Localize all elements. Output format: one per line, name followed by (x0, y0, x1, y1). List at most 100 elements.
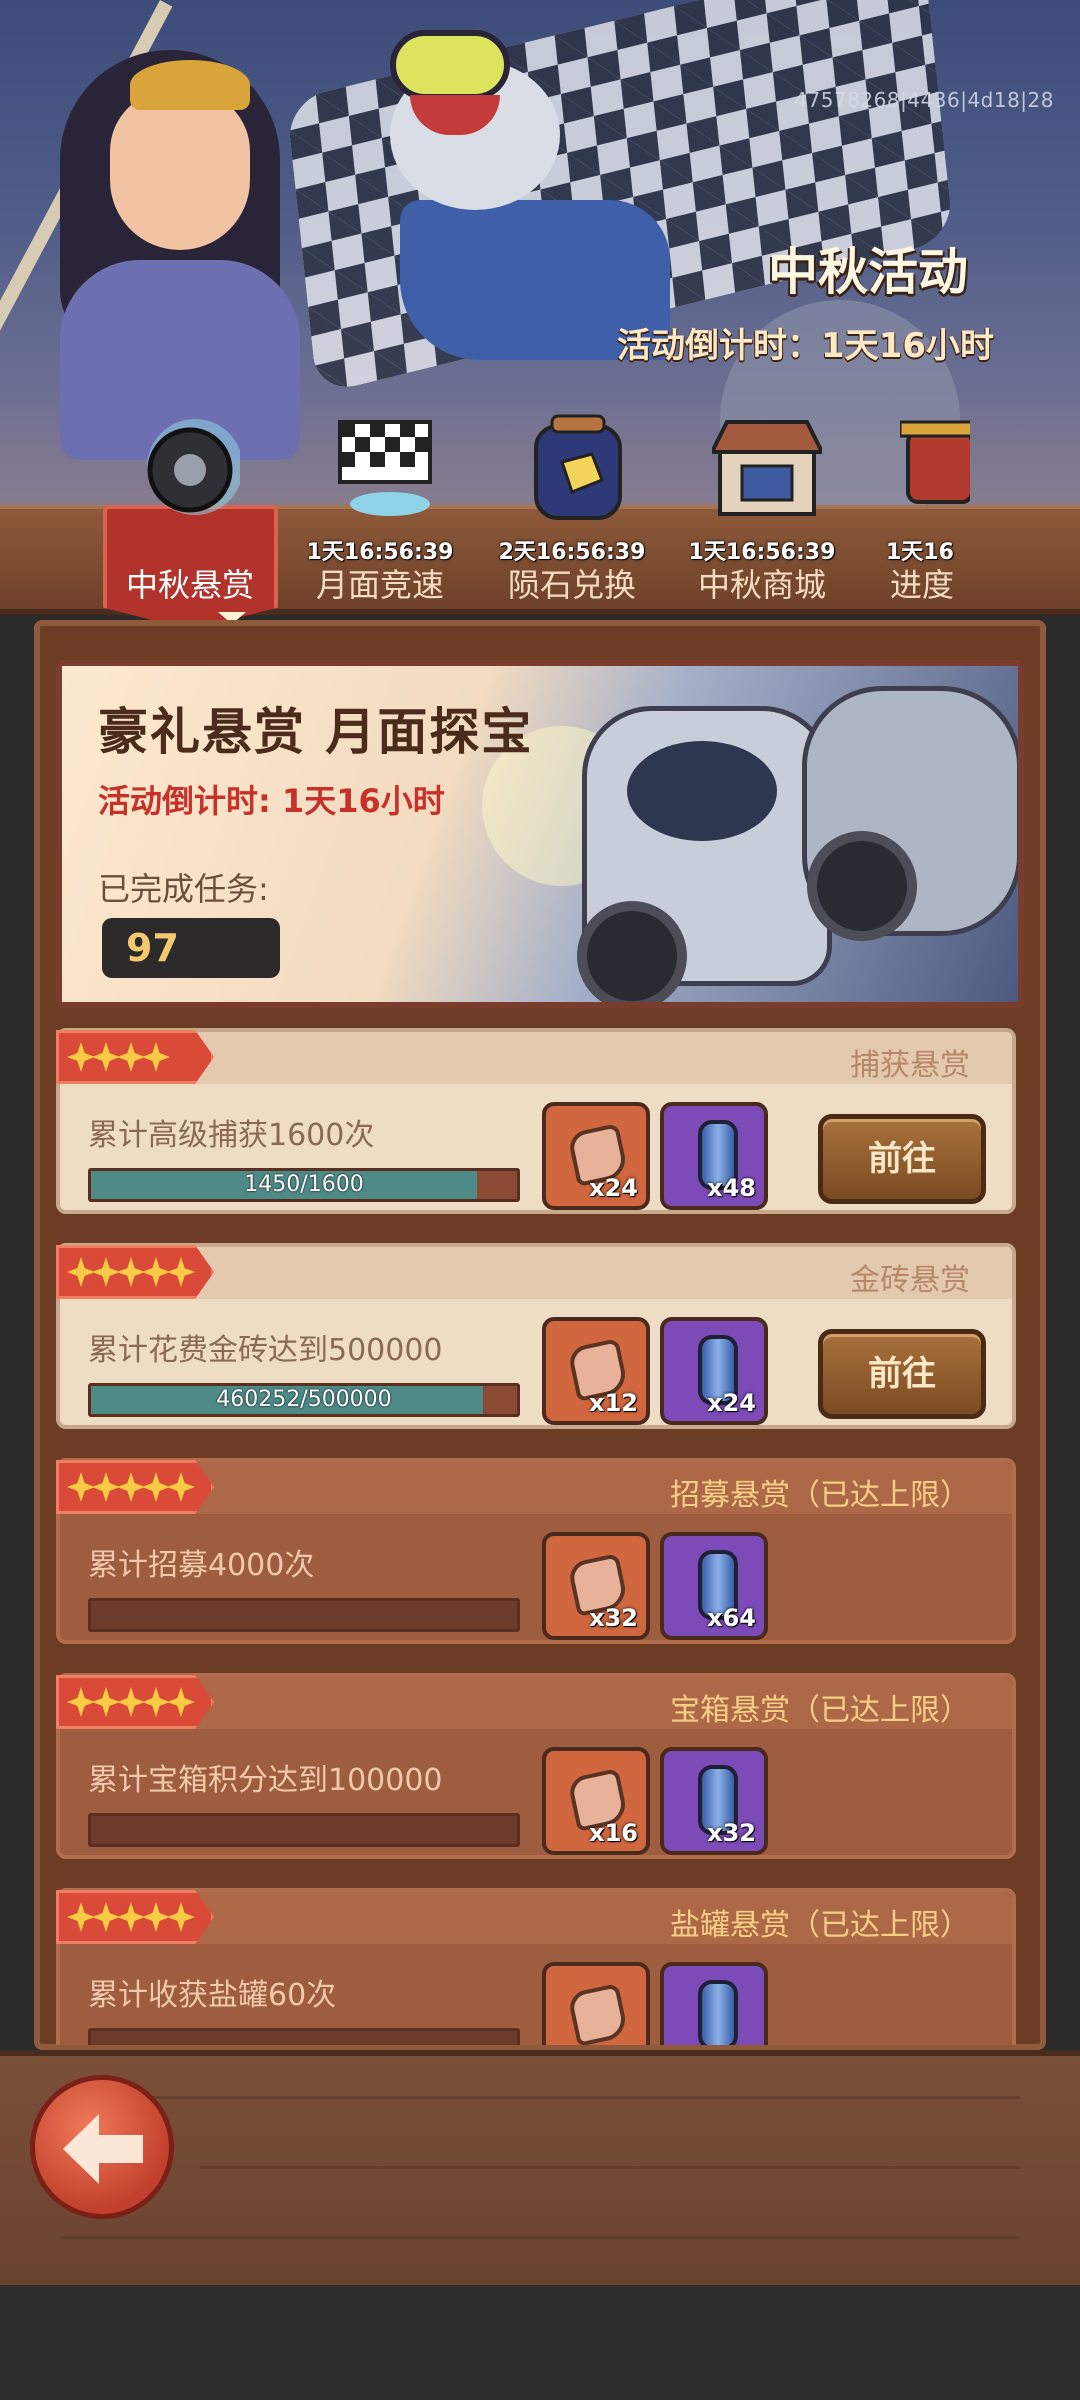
bounty-banner: 豪礼悬赏 月面探宝 活动倒计时: 1天16小时 已完成任务: 97 (56, 660, 1024, 1008)
reward-meteor-stone[interactable] (542, 1962, 650, 2045)
star-icon (117, 1472, 145, 1502)
star-icon (142, 1687, 170, 1717)
bounty-task-card: 宝箱悬赏（已达上限） 累计宝箱积分达到100000 x16 x32 (56, 1673, 1016, 1859)
reward-fuel-can[interactable]: x32 (660, 1747, 768, 1855)
star-icon (142, 1257, 170, 1287)
tab-label: 月面竞速 (315, 566, 444, 604)
tab-label: 陨石兑换 (507, 566, 636, 604)
star-icon (117, 1257, 145, 1287)
task-progress-bar: 460252/500000 (88, 1383, 520, 1417)
tire-icon (140, 412, 243, 522)
reward-quantity: x32 (589, 1604, 638, 1632)
shop-icon (708, 412, 826, 522)
star-icon (117, 1902, 145, 1932)
tab-mid-autumn-bounty[interactable]: 中秋悬赏 (100, 412, 280, 612)
tab-lunar-race[interactable]: 1天16:56:39 月面竞速 (290, 412, 470, 612)
completed-tasks-count: 97 (102, 918, 280, 978)
moon-rover-art-2 (802, 686, 1018, 941)
tab-meteor-exchange[interactable]: 2天16:56:39 陨石兑换 (482, 412, 662, 612)
banner-countdown: 活动倒计时: 1天16小时 (98, 782, 445, 820)
difficulty-stars (56, 1245, 214, 1299)
bounty-category: 宝箱悬赏（已达上限） (670, 1693, 970, 1728)
back-arrow-icon (63, 2114, 143, 2184)
player-uid-text: 47578268|4436|4d18|28 (794, 88, 1054, 112)
tab-progress[interactable]: 1天16 进度 (860, 412, 970, 612)
task-progress-bar (88, 1598, 520, 1632)
star-icon (142, 1042, 170, 1072)
bounty-task-card: 捕获悬赏累计高级捕获1600次 1450/1600 x24 x48 前往 (56, 1028, 1016, 1214)
reward-meteor-stone[interactable]: x12 (542, 1317, 650, 1425)
checkered-flag-icon (330, 412, 432, 522)
difficulty-stars (56, 1030, 214, 1084)
reward-meteor-stone[interactable]: x16 (542, 1747, 650, 1855)
go-button[interactable]: 前往 (818, 1114, 986, 1204)
star-icon (167, 1902, 195, 1932)
reward-quantity: x24 (589, 1174, 638, 1202)
star-icon (67, 1042, 95, 1072)
star-icon (142, 1472, 170, 1502)
meteor-stone-icon (566, 1983, 630, 2045)
task-description: 累计收获盐罐60次 (88, 1978, 337, 2013)
bounty-list[interactable]: 豪礼悬赏 月面探宝 活动倒计时: 1天16小时 已完成任务: 97 捕获悬赏累计… (56, 660, 1024, 2045)
star-icon (167, 1472, 195, 1502)
reward-quantity: x32 (707, 1819, 756, 1847)
reward-quantity: x64 (707, 1604, 756, 1632)
star-icon (142, 1902, 170, 1932)
meteor-jar-icon (522, 412, 622, 522)
bounty-task-card: 招募悬赏（已达上限） 累计招募4000次 x32 x64 (56, 1458, 1016, 1644)
reward-quantity: x12 (589, 1389, 638, 1417)
rabbit-character-art (370, 0, 670, 360)
star-icon (67, 1472, 95, 1502)
reward-meteor-stone[interactable]: x32 (542, 1532, 650, 1640)
star-icon (167, 1257, 195, 1287)
star-icon (67, 1687, 95, 1717)
reward-quantity: x16 (589, 1819, 638, 1847)
fuel-can-icon (698, 1980, 738, 2045)
lantern-icon (890, 412, 970, 522)
task-progress-bar (88, 2028, 520, 2045)
tab-label: 进度 (890, 566, 955, 604)
completed-tasks-label: 已完成任务: (98, 870, 269, 908)
reward-fuel-can[interactable]: x48 (660, 1102, 768, 1210)
task-description: 累计宝箱积分达到100000 (88, 1763, 443, 1798)
event-countdown: 活动倒计时：1天16小时 (617, 326, 994, 366)
star-icon (92, 1257, 120, 1287)
star-icon (117, 1687, 145, 1717)
reward-fuel-can[interactable]: x24 (660, 1317, 768, 1425)
banner-title: 豪礼悬赏 月面探宝 (98, 703, 534, 761)
tab-label: 中秋悬赏 (125, 566, 254, 604)
star-icon (92, 1687, 120, 1717)
reward-meteor-stone[interactable]: x24 (542, 1102, 650, 1210)
task-progress-bar (88, 1813, 520, 1847)
bounty-task-card: 盐罐悬赏（已达上限） 累计收获盐罐60次 (56, 1888, 1016, 2045)
task-description: 累计花费金砖达到500000 (88, 1333, 443, 1368)
star-icon (92, 1042, 120, 1072)
difficulty-stars (56, 1460, 214, 1514)
star-icon (92, 1902, 120, 1932)
moon-rover-art (577, 706, 832, 1002)
star-icon (92, 1472, 120, 1502)
progress-text: 1450/1600 (244, 1172, 364, 1197)
bounty-category: 招募悬赏（已达上限） (670, 1478, 970, 1513)
back-button[interactable] (30, 2075, 174, 2219)
event-title: 中秋活动 (768, 243, 968, 301)
star-icon (167, 1687, 195, 1717)
reward-quantity: x24 (707, 1389, 756, 1417)
bounty-task-card: 金砖悬赏累计花费金砖达到500000 460252/500000 x12 x24 前往 (56, 1243, 1016, 1429)
system-nav-area (0, 2285, 1080, 2400)
tab-label: 中秋商城 (697, 566, 826, 604)
star-icon (117, 1042, 145, 1072)
task-description: 累计高级捕获1600次 (88, 1118, 375, 1153)
reward-fuel-can[interactable]: x64 (660, 1532, 768, 1640)
bounty-category: 金砖悬赏 (850, 1263, 970, 1298)
progress-text: 460252/500000 (216, 1387, 392, 1412)
task-description: 累计招募4000次 (88, 1548, 315, 1583)
difficulty-stars (56, 1675, 214, 1729)
star-icon (67, 1902, 95, 1932)
reward-fuel-can[interactable] (660, 1962, 768, 2045)
bounty-category: 盐罐悬赏（已达上限） (670, 1908, 970, 1943)
bounty-category: 捕获悬赏 (850, 1048, 970, 1083)
go-button[interactable]: 前往 (818, 1329, 986, 1419)
tab-mid-autumn-shop[interactable]: 1天16:56:39 中秋商城 (672, 412, 852, 612)
task-progress-bar: 1450/1600 (88, 1168, 520, 1202)
